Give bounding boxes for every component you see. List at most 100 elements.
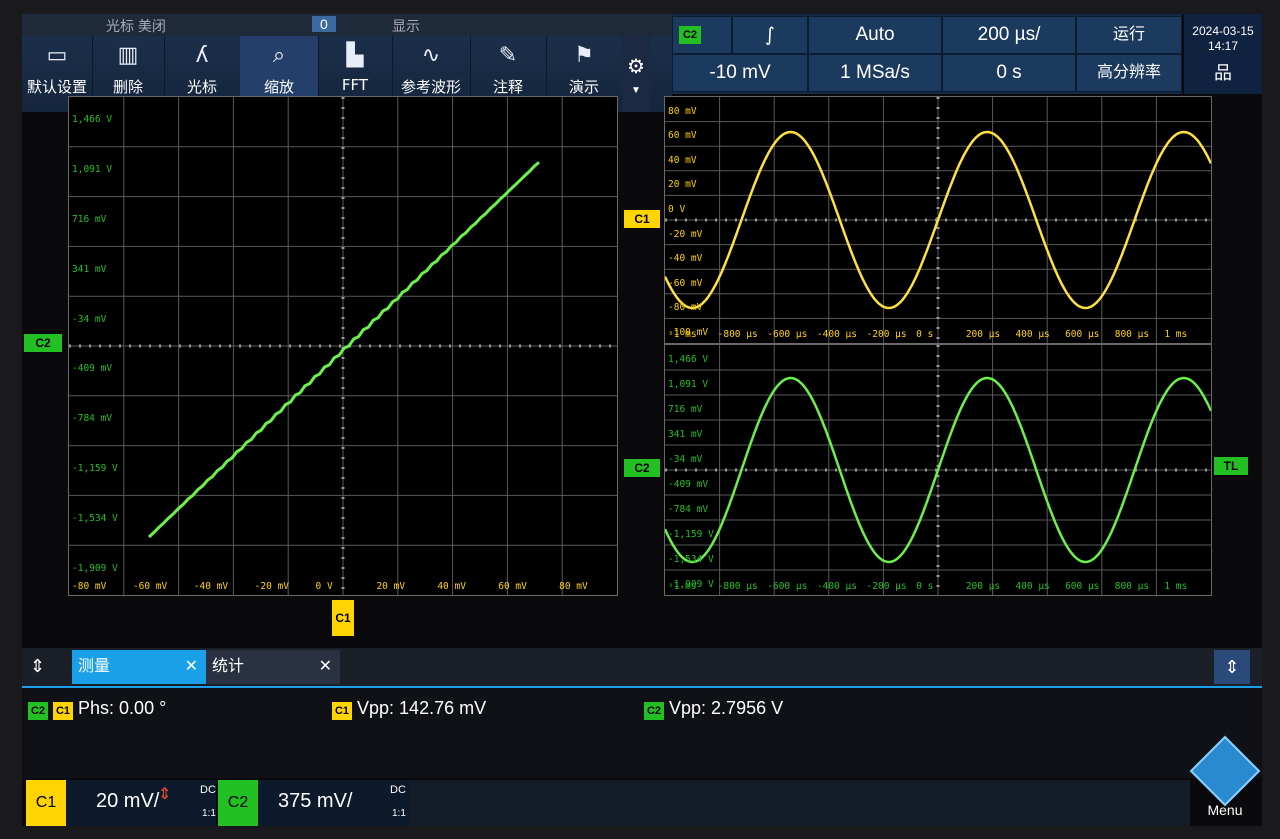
c1-x-tick-label: 600 µs: [1065, 329, 1100, 340]
c2-channel-box[interactable]: C2 375 mV/ DC 1:1: [218, 780, 410, 826]
magnifier-icon: ⌕: [272, 43, 286, 68]
top-fragment-box: 0: [312, 16, 336, 32]
c1-channel-box[interactable]: C1 20 mV/ ⇕ DC 1:1: [26, 780, 216, 826]
c2-offset-marker-xy[interactable]: C2: [24, 334, 62, 352]
chevron-down-icon: ▼: [631, 85, 641, 96]
xy-y-tick-label: -1,534 V: [72, 512, 118, 524]
sample-rate-cell[interactable]: 1 MSa/s: [808, 54, 942, 92]
c1-waveform-plot[interactable]: 80 mV 60 mV 40 mV 20 mV 0 V -20 mV -40 mV -60 m…: [664, 96, 1212, 344]
c1-x-tick-label: 800 µs: [1114, 329, 1150, 340]
xy-y-tick-label: 1,466 V: [72, 114, 113, 126]
delete-icon: ▥: [117, 43, 139, 68]
xy-plot[interactable]: 1,466 V 1,091 V 716 mV 341 mV -34 mV -409 mV -…: [68, 96, 618, 596]
c2-grid: [665, 345, 1211, 595]
xy-x-tick-label: 40 mV: [437, 581, 466, 592]
c1-y-tick-label: 80 mV: [668, 105, 697, 117]
c1-y-tick-label: 60 mV: [668, 130, 697, 142]
close-icon[interactable]: ✕: [185, 650, 198, 684]
xy-y-tick-label: 341 mV: [72, 263, 107, 275]
tab-measure-label: 测量: [78, 658, 111, 675]
measurement-c2-vpp[interactable]: C2 Vpp: 2.7956 V: [644, 698, 783, 720]
c2-y-tick-label: 716 mV: [668, 403, 703, 415]
c2-x-tick-label: 0 s: [916, 581, 934, 592]
c2-x-tick-label: 600 µs: [1065, 581, 1100, 592]
c1-y-tick-label: -80 mV: [668, 302, 703, 314]
top-fragment-mid: 显示: [392, 18, 420, 34]
xy-x-tick-label: 0 V: [315, 581, 333, 592]
tab-statistics[interactable]: 统计 ✕: [206, 650, 340, 684]
c2-y-tick-label: -784 mV: [668, 503, 709, 515]
c1-x-tick-label: -400 µs: [816, 329, 857, 340]
c2-scale: 375 mV/: [278, 790, 353, 812]
trigger-level-marker[interactable]: TL: [1214, 457, 1248, 475]
c1-x-tick-label: 1 ms: [1164, 329, 1188, 340]
c1-x-tick-label: 0 s: [916, 329, 934, 340]
c1-offset-marker[interactable]: C1: [624, 210, 660, 228]
acquire-mode-cell[interactable]: 高分辨率: [1076, 54, 1182, 92]
trigger-source-cell[interactable]: C2: [672, 16, 732, 54]
c2-y-tick-label: 341 mV: [668, 428, 703, 440]
c1-y-tick-label: -40 mV: [668, 253, 703, 265]
xy-y-tick-label: 1,091 V: [72, 164, 113, 176]
tab-measure[interactable]: 测量 ✕: [72, 650, 206, 684]
measurement-panel: C2 C1 Phs: 0.00 ° C1 Vpp: 142.76 mV C2 V…: [22, 688, 1262, 778]
pen-icon: ✎: [498, 43, 518, 68]
horizontal-position-cell[interactable]: 0 s: [942, 54, 1076, 92]
c2-x-tick-label: 1 ms: [1164, 581, 1188, 592]
c1-x-tick-label: -200 µs: [866, 329, 907, 340]
trigger-mode-cell[interactable]: Auto: [808, 16, 942, 54]
xy-x-tick-label: -80 mV: [72, 581, 107, 592]
settings-gear-button[interactable]: ⚙ ▼: [622, 36, 650, 112]
xy-y-tick-label: 716 mV: [72, 214, 107, 226]
c2-x-tick-label: -600 µs: [767, 581, 808, 592]
close-icon[interactable]: ✕: [319, 650, 332, 684]
oscilloscope-screen: 光标 美闭 0 显示 ▭ 默认设置 ▥ 删除 ʎ 光标 ⌕ 缩放 ▙ FFT ∿…: [22, 14, 1262, 826]
xy-x-tick-label: 20 mV: [376, 581, 406, 592]
xy-grid: [69, 97, 617, 595]
date-text: 2024-03-15: [1192, 24, 1254, 38]
time-text: 14:17: [1207, 39, 1239, 53]
xy-y-tick-label: -784 mV: [72, 413, 113, 425]
c2-waveform-plot[interactable]: 1,466 V 1,091 V 716 mV 341 mV -34 mV -409 mV -…: [664, 344, 1212, 596]
rising-edge-icon: ∫: [765, 24, 775, 46]
c2-x-tick-label: -1 ms: [668, 581, 697, 592]
c1-y-tick-label: -60 mV: [668, 277, 703, 289]
measurement-tabbar: ⇕ 测量 ✕ 统计 ✕ ⇕: [22, 648, 1262, 686]
c1-x-tick-label: -800 µs: [717, 329, 758, 340]
presentation-icon: ⚑: [574, 43, 594, 68]
cursor-icon: ʎ: [195, 43, 209, 68]
measurement-phase[interactable]: C2 C1 Phs: 0.00 °: [28, 698, 166, 720]
top-fragment-left: 光标 美闭: [106, 18, 166, 34]
xy-y-tick-label: -409 mV: [72, 363, 113, 375]
c1-adjust-arrows-icon[interactable]: ⇕: [158, 784, 171, 804]
xy-x-tick-label: -20 mV: [254, 581, 289, 592]
c2-offset-marker[interactable]: C2: [624, 459, 660, 477]
reference-wave-icon: ∿: [421, 43, 441, 68]
network-icon: 品: [1214, 63, 1232, 83]
updown-arrow-icon[interactable]: ⇕: [1214, 650, 1250, 684]
c2-x-tick-label: 400 µs: [1015, 581, 1050, 592]
c2-x-tick-label: 800 µs: [1114, 581, 1150, 592]
menu-button[interactable]: Menu: [1189, 735, 1261, 826]
c2-y-tick-label: -1,534 V: [668, 553, 714, 565]
c1-x-tick-label: 200 µs: [965, 329, 1001, 340]
acquisition-header: C2 ∫ -10 mV Auto 1 MSa/s 200 µs/ 0 s 运行 …: [672, 14, 1182, 94]
footer-empty: [410, 780, 1190, 826]
gear-icon: ⚙: [627, 56, 645, 78]
xy-y-tick-label: -34 mV: [72, 313, 107, 325]
c1-y-tick-label: 40 mV: [668, 154, 697, 166]
c1-grid: [665, 97, 1211, 343]
trigger-level-cell[interactable]: -10 mV: [672, 54, 808, 92]
run-status-cell[interactable]: 运行: [1076, 16, 1182, 54]
trigger-slope-cell[interactable]: ∫: [732, 16, 808, 54]
c1-x-tick-label: -600 µs: [767, 329, 808, 340]
c1-x-tick-label: 400 µs: [1015, 329, 1050, 340]
c1-y-tick-label: 20 mV: [668, 179, 697, 191]
timebase-cell[interactable]: 200 µs/: [942, 16, 1076, 54]
xy-y-tick-label: -1,909 V: [72, 562, 118, 574]
measurement-c1-vpp[interactable]: C1 Vpp: 142.76 mV: [332, 698, 486, 720]
c2-y-tick-label: -409 mV: [668, 478, 709, 490]
c2-x-tick-label: -800 µs: [717, 581, 758, 592]
updown-arrow-icon[interactable]: ⇕: [30, 656, 45, 677]
c1-xaxis-marker[interactable]: C1: [332, 600, 354, 636]
